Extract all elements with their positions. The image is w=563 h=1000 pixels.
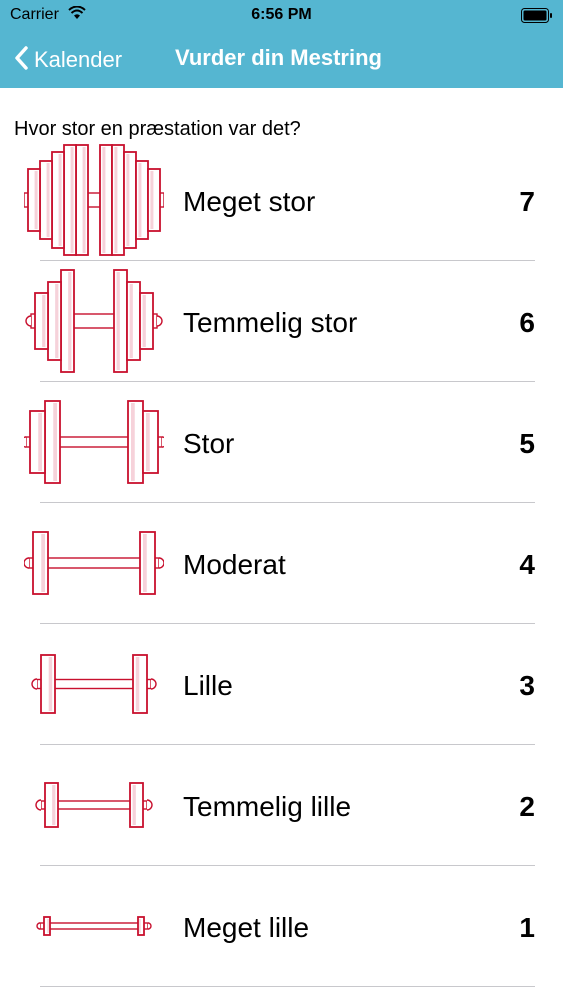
rating-option-1[interactable]: Meget lille 1 [0,866,563,987]
rating-option-6[interactable]: Temmelig stor 6 [0,261,563,382]
dumbbell-icon [24,265,164,382]
rating-option-3[interactable]: Lille 3 [0,624,563,745]
rating-option-7[interactable]: Meget stor 7 [0,140,563,261]
rating-value: 6 [519,307,535,338]
rating-list: Meget stor 7 Temmelig stor 6 Stor 5 Mode… [0,140,563,987]
rating-label: Meget stor [183,186,316,217]
rating-label: Lille [183,670,233,701]
question-text: Hvor stor en præstation var det? [14,118,301,140]
status-bar: Carrier 6:56 PM [0,0,563,32]
rating-label: Temmelig stor [183,307,358,338]
rating-value: 5 [519,428,535,459]
dumbbell-icon [23,507,165,624]
navigation-bar: Kalender Vurder din Mestring [0,32,563,88]
rating-label: Moderat [183,549,286,580]
rating-value: 3 [519,670,535,701]
chevron-left-icon [14,45,28,75]
battery-icon [521,8,553,28]
status-time: 6:56 PM [251,6,312,23]
rating-value: 1 [519,912,535,943]
page-title: Vurder din Mestring [175,45,382,70]
dumbbell-icon [24,628,164,745]
rating-option-5[interactable]: Stor 5 [0,382,563,503]
rating-option-4[interactable]: Moderat 4 [0,503,563,624]
rating-option-2[interactable]: Temmelig lille 2 [0,745,563,866]
rating-label: Stor [183,428,235,459]
rating-value: 7 [519,186,535,217]
rating-label: Temmelig lille [183,791,352,822]
rating-value: 2 [519,791,535,822]
dumbbell-icon [20,386,168,503]
rating-label: Meget lille [183,912,310,943]
divider [40,986,535,987]
dumbbell-icon [24,870,164,987]
dumbbell-icon [18,144,170,261]
back-label: Kalender [34,47,123,72]
back-button[interactable]: Kalender [14,42,122,78]
rating-value: 4 [519,549,535,580]
dumbbell-icon [24,749,164,866]
